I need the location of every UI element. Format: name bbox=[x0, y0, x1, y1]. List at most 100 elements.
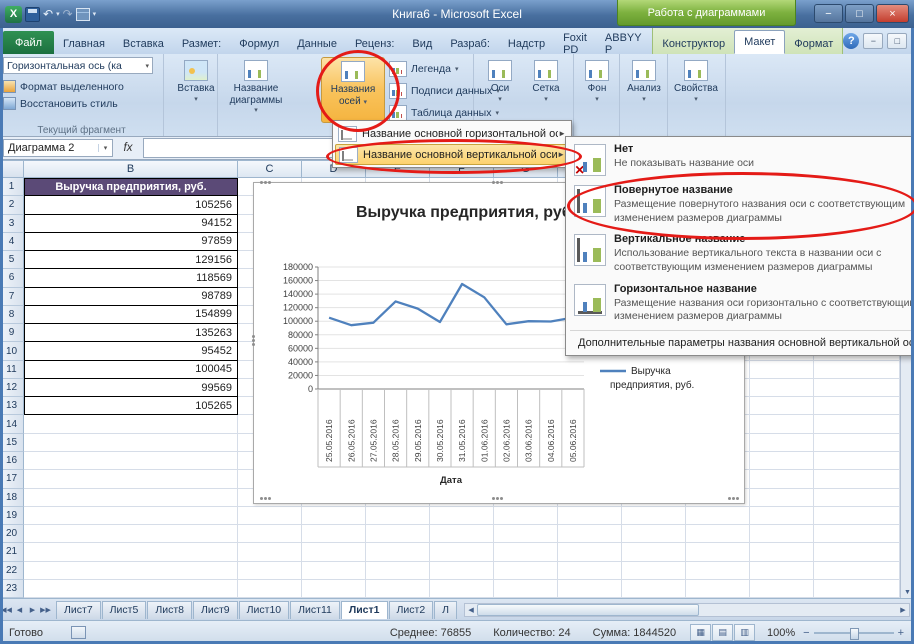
row-header-15[interactable]: 15 bbox=[0, 434, 24, 452]
cell[interactable] bbox=[430, 525, 494, 543]
cell-B2[interactable]: 105256 bbox=[24, 196, 238, 214]
cell[interactable] bbox=[750, 361, 814, 379]
row-header-6[interactable]: 6 bbox=[0, 269, 24, 287]
zoom-slider[interactable]: − + bbox=[803, 627, 904, 639]
cell[interactable] bbox=[622, 580, 686, 598]
cell[interactable] bbox=[750, 543, 814, 561]
row-header-3[interactable]: 3 bbox=[0, 215, 24, 233]
ribbon-tab-Формат[interactable]: Формат bbox=[785, 33, 842, 54]
column-header-C[interactable]: C bbox=[238, 160, 302, 178]
ribbon-tab-Вставка[interactable]: Вставка bbox=[114, 33, 173, 54]
ribbon-tab-Надстр[interactable]: Надстр bbox=[499, 33, 554, 54]
save-icon[interactable] bbox=[25, 7, 40, 22]
select-all-corner[interactable] bbox=[0, 160, 24, 178]
cell[interactable] bbox=[494, 580, 558, 598]
prev-sheet-icon[interactable]: ◀ bbox=[13, 603, 26, 617]
cell-B10[interactable]: 95452 bbox=[24, 342, 238, 360]
zoom-in-icon[interactable]: + bbox=[898, 627, 904, 639]
cell[interactable] bbox=[686, 543, 750, 561]
cell[interactable] bbox=[814, 507, 900, 525]
workbook-minimize-icon[interactable]: − bbox=[863, 33, 883, 49]
cell[interactable] bbox=[238, 525, 302, 543]
sheet-tab-Лист9[interactable]: Лист9 bbox=[193, 601, 238, 619]
cell-B13[interactable]: 105265 bbox=[24, 397, 238, 415]
cell-B7[interactable]: 98789 bbox=[24, 288, 238, 306]
chart-title-button[interactable]: Название диаграммы ▾ bbox=[221, 57, 291, 123]
zoom-track[interactable] bbox=[814, 632, 894, 634]
cell[interactable] bbox=[686, 507, 750, 525]
sheet-tab-Лист1[interactable]: Лист1 bbox=[341, 601, 388, 619]
cell-B21[interactable] bbox=[24, 543, 238, 561]
cell-B8[interactable]: 154899 bbox=[24, 306, 238, 324]
scroll-right-icon[interactable]: ▶ bbox=[897, 606, 909, 614]
cell[interactable] bbox=[366, 543, 430, 561]
insert-function-button[interactable]: fx bbox=[113, 142, 143, 154]
cell[interactable] bbox=[302, 507, 366, 525]
cell-B6[interactable]: 118569 bbox=[24, 269, 238, 287]
cell[interactable] bbox=[302, 580, 366, 598]
cell-B23[interactable] bbox=[24, 580, 238, 598]
properties-button[interactable]: Свойства ▾ bbox=[671, 57, 721, 123]
cell-B19[interactable] bbox=[24, 507, 238, 525]
cell[interactable] bbox=[814, 452, 900, 470]
row-header-21[interactable]: 21 bbox=[0, 543, 24, 561]
sheet-tab-Лист7[interactable]: Лист7 bbox=[56, 601, 101, 619]
row-header-23[interactable]: 23 bbox=[0, 580, 24, 598]
row-header-14[interactable]: 14 bbox=[0, 415, 24, 433]
horizontal-scrollbar[interactable]: ◀ ▶ bbox=[464, 603, 910, 617]
axis-menu-item-2[interactable]: Название основной вертикальной оси► bbox=[335, 144, 569, 165]
cell[interactable] bbox=[238, 562, 302, 580]
row-header-10[interactable]: 10 bbox=[0, 342, 24, 360]
cell[interactable] bbox=[814, 580, 900, 598]
row-header-18[interactable]: 18 bbox=[0, 489, 24, 507]
cell-B9[interactable]: 135263 bbox=[24, 324, 238, 342]
axis-menu-item-1[interactable]: Название основной горизонтальной оси► bbox=[335, 123, 569, 144]
cell[interactable] bbox=[366, 562, 430, 580]
cell[interactable] bbox=[622, 562, 686, 580]
undo-dropdown-icon[interactable]: ▾ bbox=[56, 10, 60, 18]
cell[interactable] bbox=[366, 507, 430, 525]
cell[interactable] bbox=[238, 543, 302, 561]
cell[interactable] bbox=[430, 507, 494, 525]
cell[interactable] bbox=[814, 397, 900, 415]
zoom-out-icon[interactable]: − bbox=[803, 627, 809, 639]
cell[interactable] bbox=[430, 543, 494, 561]
ribbon-tab-Foxit PD[interactable]: Foxit PD bbox=[554, 33, 596, 54]
cell[interactable] bbox=[494, 507, 558, 525]
row-header-12[interactable]: 12 bbox=[0, 379, 24, 397]
column-header-B[interactable]: B bbox=[24, 160, 238, 178]
cell[interactable] bbox=[750, 489, 814, 507]
cell[interactable] bbox=[814, 379, 900, 397]
cell[interactable] bbox=[430, 562, 494, 580]
ribbon-tab-Реценз:[interactable]: Реценз: bbox=[346, 33, 403, 54]
row-header-5[interactable]: 5 bbox=[0, 251, 24, 269]
minimize-button[interactable]: − bbox=[814, 4, 843, 23]
cell[interactable] bbox=[558, 525, 622, 543]
gridlines-button[interactable]: Сетка ▾ bbox=[523, 57, 569, 123]
table-icon[interactable] bbox=[76, 8, 90, 21]
sheet-tab-Лист8[interactable]: Лист8 bbox=[147, 601, 192, 619]
ribbon-tab-Данные[interactable]: Данные bbox=[288, 33, 346, 54]
submenu-item-3[interactable]: Вертикальное названиеИспользование верти… bbox=[568, 229, 914, 278]
cell[interactable] bbox=[494, 543, 558, 561]
ribbon-tab-Разраб:[interactable]: Разраб: bbox=[441, 33, 499, 54]
cell[interactable] bbox=[750, 507, 814, 525]
row-header-19[interactable]: 19 bbox=[0, 507, 24, 525]
ribbon-tab-Главная[interactable]: Главная bbox=[54, 33, 114, 54]
cell[interactable] bbox=[366, 525, 430, 543]
format-selection-button[interactable]: Формат выделенного bbox=[3, 78, 160, 95]
cell[interactable] bbox=[750, 580, 814, 598]
customize-qat-icon[interactable]: ▾ bbox=[93, 10, 97, 18]
selection-handle[interactable] bbox=[728, 497, 731, 500]
cell[interactable] bbox=[750, 562, 814, 580]
cell[interactable] bbox=[750, 397, 814, 415]
selection-handle[interactable] bbox=[492, 497, 495, 500]
chart-element-dropdown[interactable]: Горизонтальная ось (ка ▾ bbox=[3, 57, 153, 74]
cell[interactable] bbox=[558, 543, 622, 561]
horizontal-scroll-thumb[interactable] bbox=[477, 604, 699, 616]
cell[interactable] bbox=[686, 562, 750, 580]
undo-icon[interactable]: ↶ bbox=[43, 8, 53, 20]
sheet-tab-Л[interactable]: Л bbox=[434, 601, 457, 619]
row-header-1[interactable]: 1 bbox=[0, 178, 24, 196]
row-header-11[interactable]: 11 bbox=[0, 361, 24, 379]
